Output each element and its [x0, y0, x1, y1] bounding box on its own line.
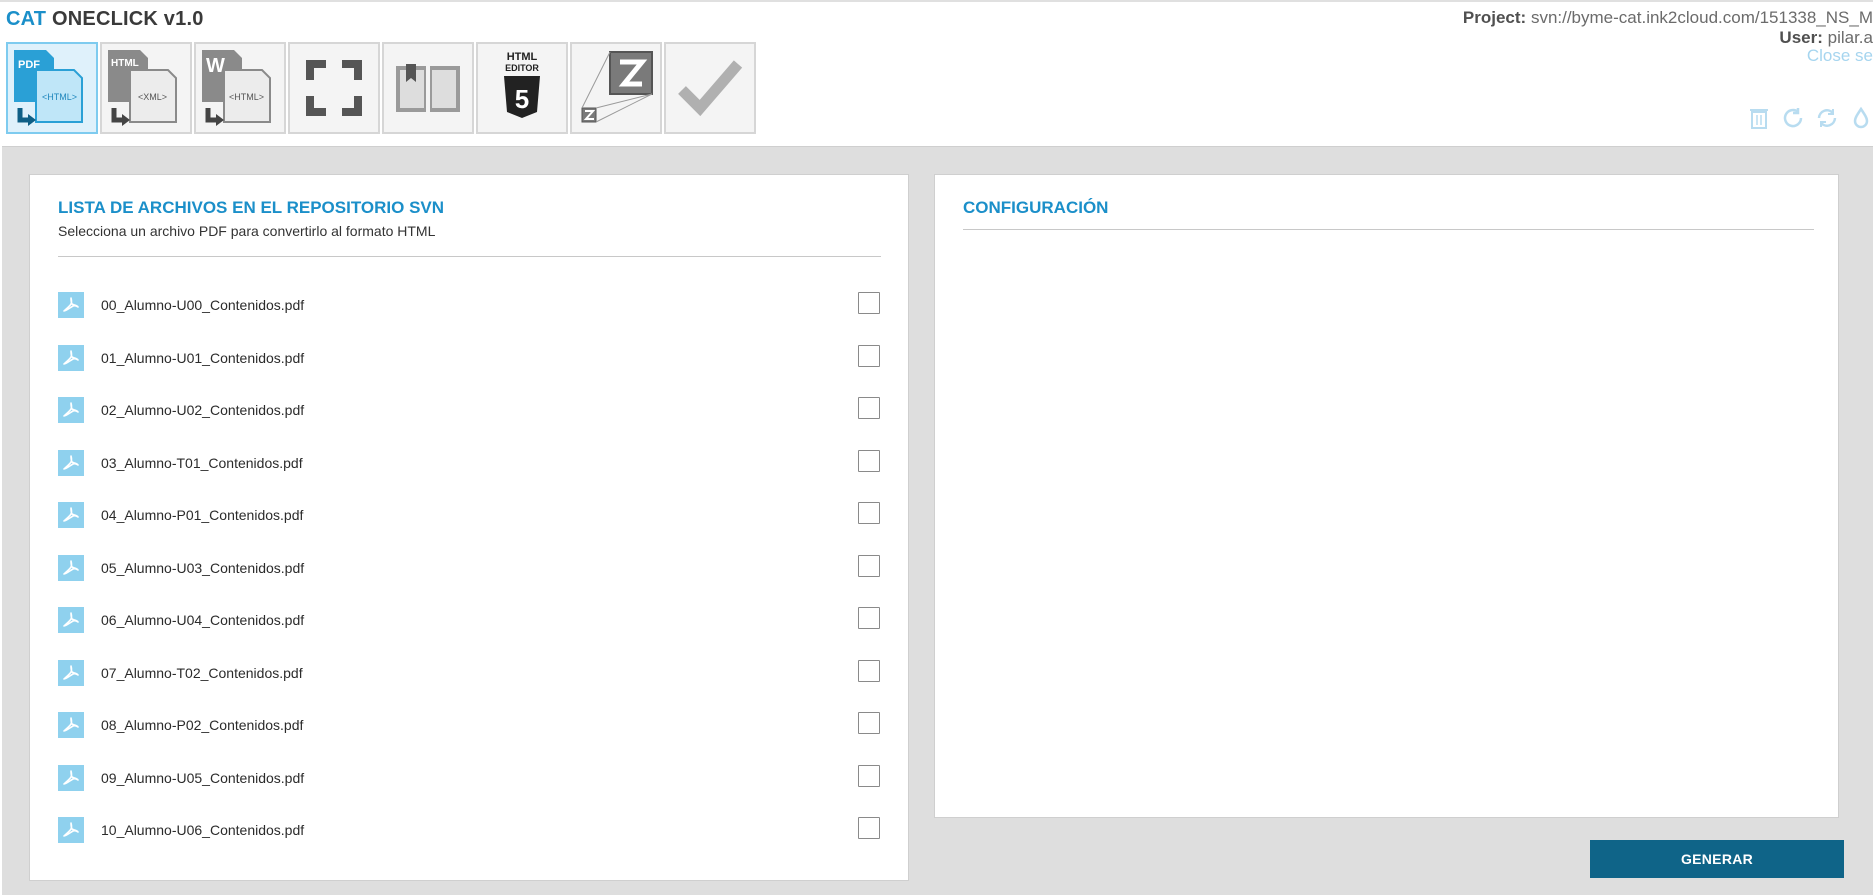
- file-list-subtitle: Selecciona un archivo PDF para convertir…: [58, 223, 436, 239]
- file-checkbox[interactable]: [858, 817, 880, 839]
- file-checkbox[interactable]: [858, 502, 880, 524]
- fullscreen-tool[interactable]: [288, 42, 380, 134]
- checkmark-icon: [678, 60, 743, 117]
- file-checkbox[interactable]: [858, 449, 880, 472]
- file-checkbox[interactable]: [858, 344, 880, 367]
- file-row[interactable]: 07_Alumno-T02_Contenidos.pdf: [58, 659, 881, 713]
- pdf-file-icon: [58, 712, 84, 738]
- file-name: 00_Alumno-U00_Contenidos.pdf: [101, 297, 305, 313]
- xml-badge-text: <XML>: [138, 92, 167, 102]
- close-session-link[interactable]: Close se: [1807, 46, 1873, 66]
- app-title-rest: ONECLICK v1.0: [52, 8, 204, 30]
- zoom-z-icon: [581, 51, 653, 123]
- pdf-file-icon: [58, 344, 84, 371]
- divider: [58, 256, 881, 257]
- file-checkbox[interactable]: [858, 764, 880, 787]
- project-line: Project: svn://byme-cat.ink2cloud.com/15…: [1463, 8, 1873, 28]
- project-info: Project: svn://byme-cat.ink2cloud.com/15…: [1463, 8, 1873, 48]
- file-checkbox[interactable]: [858, 712, 880, 734]
- configuration-title: CONFIGURACIÓN: [963, 198, 1109, 217]
- pdf-to-html-tool[interactable]: PDF <HTML>: [6, 42, 98, 134]
- file-name: 08_Alumno-P02_Contenidos.pdf: [101, 717, 304, 733]
- validate-tool[interactable]: [664, 42, 756, 134]
- file-row[interactable]: 03_Alumno-T01_Contenidos.pdf: [58, 449, 881, 503]
- file-row[interactable]: 09_Alumno-U05_Contenidos.pdf: [58, 764, 881, 818]
- file-name: 04_Alumno-P01_Contenidos.pdf: [101, 507, 304, 523]
- file-row[interactable]: 04_Alumno-P01_Contenidos.pdf: [58, 502, 881, 555]
- trash-icon[interactable]: [1747, 106, 1771, 130]
- pdf-file-icon: [58, 554, 84, 581]
- html-target-badge-text: <HTML>: [229, 92, 264, 102]
- zoom-tool[interactable]: [570, 42, 662, 134]
- file-name: 05_Alumno-U03_Contenidos.pdf: [101, 559, 305, 576]
- book-tool[interactable]: [382, 42, 474, 134]
- file-name: 07_Alumno-T02_Contenidos.pdf: [101, 664, 303, 681]
- divider: [963, 229, 1814, 230]
- pdf-file-icon: [58, 397, 84, 423]
- pdf-file-icon: [58, 764, 84, 791]
- configuration-panel: CONFIGURACIÓN: [934, 174, 1839, 818]
- file-row[interactable]: 06_Alumno-U04_Contenidos.pdf: [58, 607, 881, 660]
- file-checkbox[interactable]: [858, 292, 880, 314]
- pdf-file-icon: [58, 449, 84, 476]
- pdf-file-icon: [58, 292, 84, 318]
- user-line: User: pilar.a: [1463, 28, 1873, 48]
- app-title: CAT ONECLICK v1.0: [6, 8, 204, 31]
- file-row[interactable]: 02_Alumno-U02_Contenidos.pdf: [58, 397, 881, 450]
- html-to-xml-icon: HTML <XML>: [108, 50, 177, 126]
- file-name: 02_Alumno-U02_Contenidos.pdf: [101, 402, 305, 418]
- refresh-icon[interactable]: [1781, 106, 1805, 130]
- file-row[interactable]: 01_Alumno-U01_Contenidos.pdf: [58, 344, 881, 398]
- file-row[interactable]: 08_Alumno-P02_Contenidos.pdf: [58, 712, 881, 765]
- file-row[interactable]: 10_Alumno-U06_Contenidos.pdf: [58, 817, 881, 870]
- html-editor-subtitle: EDITOR: [505, 63, 539, 73]
- file-name: 03_Alumno-T01_Contenidos.pdf: [101, 454, 303, 471]
- toolbar: PDF <HTML> HTML <XML> W <HTML> HTML EDIT…: [6, 42, 756, 134]
- file-name: 10_Alumno-U06_Contenidos.pdf: [101, 822, 305, 838]
- file-list-panel: LISTA DE ARCHIVOS EN EL REPOSITORIO SVN …: [29, 174, 909, 881]
- file-list-title: LISTA DE ARCHIVOS EN EL REPOSITORIO SVN: [58, 198, 445, 217]
- droplet-icon[interactable]: [1849, 106, 1873, 130]
- file-list: 00_Alumno-U00_Contenidos.pdf 01_Alumno-U0…: [58, 292, 881, 870]
- file-row[interactable]: 00_Alumno-U00_Contenidos.pdf: [58, 292, 881, 345]
- word-to-html-icon: W <HTML>: [202, 50, 271, 126]
- html-editor-tool[interactable]: HTML EDITOR 5: [476, 42, 568, 134]
- file-name: 01_Alumno-U01_Contenidos.pdf: [101, 349, 305, 366]
- pdf-file-icon: [58, 817, 84, 843]
- html-editor-title: HTML: [507, 51, 538, 63]
- pdf-file-icon: [58, 607, 84, 633]
- file-checkbox[interactable]: [858, 659, 880, 682]
- workspace: LISTA DE ARCHIVOS EN EL REPOSITORIO SVN …: [2, 146, 1873, 895]
- generate-button[interactable]: GENERAR: [1590, 840, 1844, 878]
- pdf-file-icon: [58, 502, 84, 528]
- utility-icons: [1747, 106, 1873, 130]
- fullscreen-icon: [306, 60, 362, 116]
- project-label: Project:: [1462, 8, 1527, 27]
- file-checkbox[interactable]: [858, 607, 880, 629]
- word-badge-text: W: [206, 55, 225, 77]
- app-title-accent: CAT: [6, 8, 47, 30]
- book-icon: [396, 64, 460, 112]
- sync-icon[interactable]: [1815, 106, 1839, 130]
- file-checkbox[interactable]: [858, 397, 880, 419]
- html5-editor-icon: HTML EDITOR 5: [504, 51, 540, 118]
- word-to-html-tool[interactable]: W <HTML>: [194, 42, 286, 134]
- html-source-badge-text: HTML: [111, 58, 139, 69]
- file-name: 06_Alumno-U04_Contenidos.pdf: [101, 612, 305, 628]
- user-value: pilar.a: [1827, 28, 1873, 47]
- app-window: CAT ONECLICK v1.0 Project: svn://byme-ca…: [0, 0, 1873, 895]
- pdf-to-html-icon: PDF <HTML>: [14, 50, 83, 126]
- pdf-file-icon: [58, 659, 84, 686]
- top-border: [0, 0, 1873, 2]
- file-checkbox[interactable]: [858, 554, 880, 577]
- file-row[interactable]: 05_Alumno-U03_Contenidos.pdf: [58, 554, 881, 608]
- html5-number: 5: [515, 84, 529, 114]
- user-label: User:: [1779, 28, 1823, 47]
- html-badge-text: <HTML>: [42, 92, 77, 102]
- file-name: 09_Alumno-U05_Contenidos.pdf: [101, 769, 305, 786]
- html-to-xml-tool[interactable]: HTML <XML>: [100, 42, 192, 134]
- project-value: svn://byme-cat.ink2cloud.com/151338_NS_M: [1530, 8, 1873, 27]
